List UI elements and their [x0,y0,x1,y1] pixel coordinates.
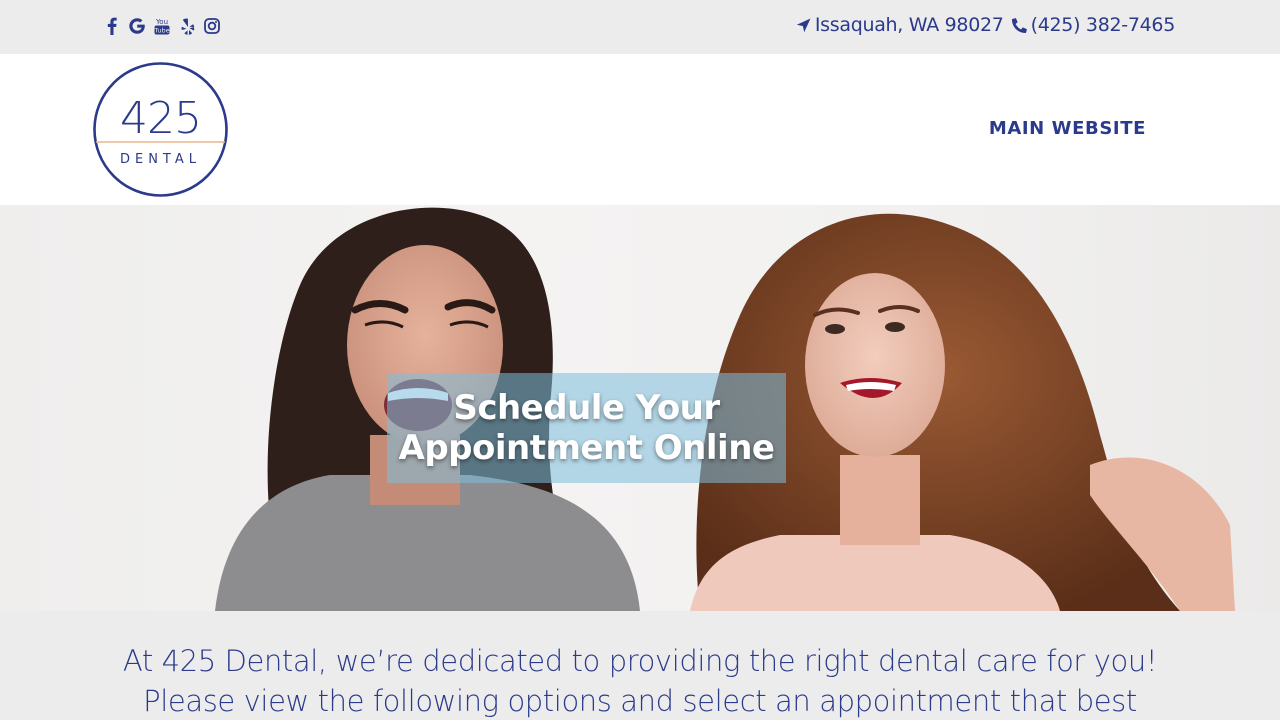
contact-info: Issaquah, WA 98027 (425) 382-7465 [796,14,1175,36]
location-link[interactable]: Issaquah, WA 98027 [815,14,1004,36]
intro-section: At 425 Dental, we’re dedicated to provid… [0,611,1280,720]
logo-number: 425 [120,93,202,144]
svg-text:Tube: Tube [154,27,170,35]
phone-icon [1011,17,1027,33]
intro-line1: At 425 Dental, we’re dedicated to provid… [122,644,1158,678]
svg-text:You: You [155,18,168,26]
hero-title-line2: Appointment Online [398,428,775,468]
hero-title-line1: Schedule Your [453,388,720,428]
hero-banner: Schedule Your Appointment Online [0,205,1280,611]
social-links: You Tube [104,16,220,36]
logo[interactable]: 425 DENTAL [92,61,229,198]
site-header: 425 DENTAL MAIN WEBSITE [0,54,1280,205]
logo-word: DENTAL [119,152,202,167]
main-website-link[interactable]: MAIN WEBSITE [989,118,1146,139]
intro-line2: Please view the following options and se… [143,684,1137,718]
hero-title: Schedule Your Appointment Online [399,388,775,468]
instagram-icon[interactable] [204,16,220,36]
location-arrow-icon [796,18,811,33]
phone-link[interactable]: (425) 382-7465 [1031,14,1176,36]
intro-text: At 425 Dental, we’re dedicated to provid… [0,641,1280,721]
hero-cta-box[interactable]: Schedule Your Appointment Online [387,373,786,483]
yelp-icon[interactable] [179,16,195,36]
top-bar: You Tube Issaquah, WA 98027 (425) 382-746… [0,0,1280,54]
google-icon[interactable] [129,16,145,36]
youtube-icon[interactable]: You Tube [154,16,170,36]
facebook-icon[interactable] [104,16,120,36]
